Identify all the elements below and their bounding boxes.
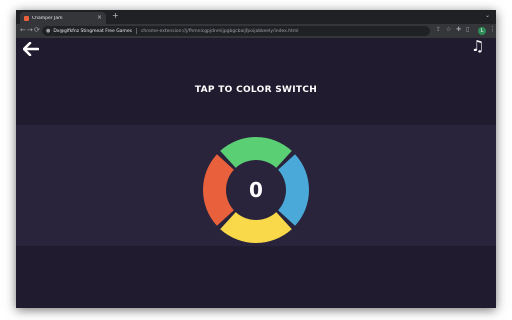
share-icon[interactable]: ⇪ bbox=[436, 27, 441, 33]
browser-menu-icon[interactable]: ⋮ bbox=[489, 26, 496, 33]
url-text[interactable]: chrome-extension://j/fhmnicgpjdnmijpgbgc… bbox=[141, 29, 299, 34]
back-nav-button[interactable]: ← bbox=[20, 27, 26, 34]
tap-to-color-switch-title: TAP TO COLOR SWITCH bbox=[194, 85, 318, 95]
browser-window: Champer Jam × + ⌄ ← → ⟳ ● Dx@glfkfnz Sti… bbox=[16, 10, 496, 308]
favicon-icon bbox=[24, 15, 29, 21]
site-name: Dx@glfkfnz Stingmeat Free Games bbox=[53, 28, 132, 34]
back-arrow-icon[interactable] bbox=[23, 42, 39, 56]
music-note-icon[interactable]: ♫ bbox=[471, 39, 484, 54]
forward-nav-button[interactable]: → bbox=[27, 27, 33, 34]
extensions-icon[interactable]: ✚ bbox=[456, 27, 461, 33]
site-info-icon[interactable]: ● bbox=[46, 28, 50, 34]
sidepanel-icon[interactable]: ▯ bbox=[466, 27, 469, 33]
score-counter: 0 bbox=[249, 178, 263, 202]
browser-toolbar: ← → ⟳ ● Dx@glfkfnz Stingmeat Free Games … bbox=[16, 24, 496, 38]
address-bar[interactable]: ● Dx@glfkfnz Stingmeat Free Games chrome… bbox=[42, 26, 430, 36]
url-divider bbox=[135, 28, 137, 34]
tab-close-icon[interactable]: × bbox=[97, 15, 102, 21]
new-tab-button[interactable]: + bbox=[112, 12, 119, 20]
profile-avatar[interactable]: L bbox=[478, 27, 486, 35]
tab-title: Champer Jam bbox=[32, 15, 63, 21]
tab-strip: Champer Jam × + ⌄ bbox=[16, 10, 496, 24]
star-icon[interactable]: ☆ bbox=[446, 27, 451, 33]
game-canvas[interactable]: ♫ TAP TO COLOR SWITCH 0 bbox=[16, 38, 496, 308]
reload-button[interactable]: ⟳ bbox=[34, 27, 40, 34]
browser-tab[interactable]: Champer Jam × bbox=[20, 12, 106, 24]
tab-search-icon[interactable]: ⌄ bbox=[485, 13, 490, 19]
